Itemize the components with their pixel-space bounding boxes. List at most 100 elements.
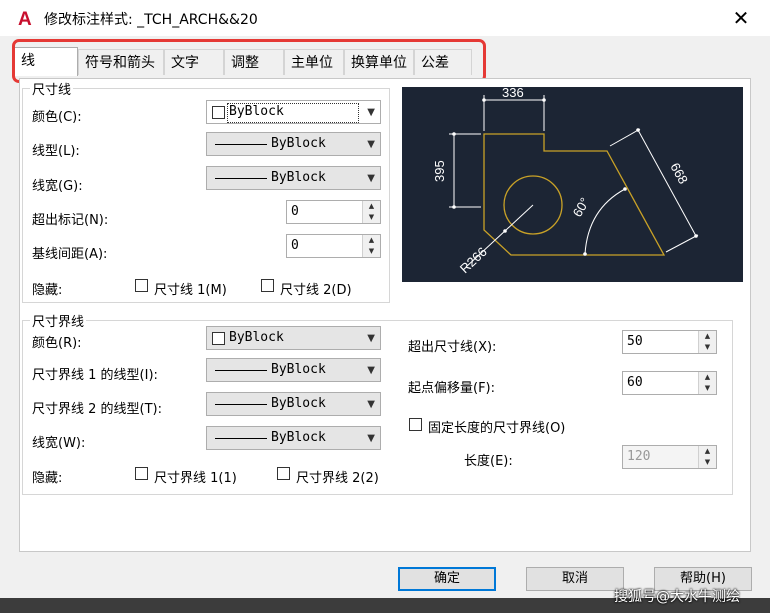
color-swatch [212, 332, 225, 345]
preview-dim-668: 668 [667, 160, 691, 186]
window-title: 修改标注样式: _TCH_ARCH&&20 [44, 12, 258, 28]
ext-linetype1-label: 尺寸界线 1 的线型(I): [32, 368, 158, 383]
spin-down-icon[interactable]: ▼ [363, 246, 380, 257]
baseline-spacing-value: 0 [291, 238, 299, 253]
offset-origin-value: 60 [627, 375, 643, 390]
preview-dim-395: 395 [432, 160, 447, 182]
extend-beyond-label: 超出尺寸线(X): [408, 340, 497, 355]
dim-tick [694, 234, 698, 238]
dim-lineweight-value: ByBlock [271, 170, 326, 185]
suppress-ext-line-1-label[interactable]: 尺寸界线 1(1) [154, 467, 237, 486]
spin-up-icon[interactable]: ▲ [699, 331, 716, 342]
extension-lines-title: 尺寸界线 [30, 311, 87, 330]
ext-suppress-label: 隐藏: [32, 471, 63, 486]
watermark: 搜狐号@大水牛测绘 [614, 589, 740, 605]
dim-suppress-label: 隐藏: [32, 283, 63, 298]
length-value: 120 [627, 449, 651, 464]
dim-tick [452, 132, 456, 136]
dim-tick [503, 229, 507, 233]
extend-ticks-label: 超出标记(N): [32, 213, 109, 228]
length-label: 长度(E): [464, 454, 513, 469]
chevron-down-icon: ▼ [367, 173, 375, 184]
dim-tick [482, 98, 486, 102]
dim-tick [452, 205, 456, 209]
line-sample [215, 370, 267, 371]
length-spinner: 120 ▲ ▼ [622, 445, 717, 469]
fixed-length-checkbox[interactable] [409, 418, 422, 431]
suppress-dim-line-1-checkbox[interactable] [135, 279, 148, 292]
baseline-spacing-spinner[interactable]: 0 ▲ ▼ [286, 234, 381, 258]
ext-linetype2-select[interactable]: ByBlock ▼ [206, 392, 381, 416]
color-swatch [212, 106, 225, 119]
ext-color-select[interactable]: ByBlock ▼ [206, 326, 381, 350]
dimension-preview: 336 395 668 60° R266 [402, 85, 743, 282]
ext-linetype2-value: ByBlock [271, 396, 326, 411]
ext-lineweight-value: ByBlock [271, 430, 326, 445]
line-sample [215, 144, 267, 145]
autocad-logo-icon: A [18, 9, 32, 30]
dim-tick [636, 128, 640, 132]
line-sample [215, 404, 267, 405]
suppress-dim-line-2-checkbox[interactable] [261, 279, 274, 292]
dim-color-select[interactable]: ByBlock ▼ [206, 100, 381, 124]
ext-linetype2-label: 尺寸界线 2 的线型(T): [32, 402, 163, 417]
spin-up-icon[interactable]: ▲ [363, 235, 380, 246]
dim-linetype-label: 线型(L): [32, 144, 80, 159]
spin-up-icon[interactable]: ▲ [363, 201, 380, 212]
spin-down-icon[interactable]: ▼ [363, 212, 380, 223]
preview-radius-r266: R266 [457, 244, 490, 276]
suppress-ext-line-2-checkbox[interactable] [277, 467, 290, 480]
dim-tick [583, 252, 587, 256]
preview-angle-60: 60° [570, 195, 593, 220]
suppress-dim-line-2-label[interactable]: 尺寸线 2(D) [280, 279, 352, 298]
tab-highlight-box [12, 39, 486, 83]
dim-tick [623, 187, 627, 191]
ext-lineweight-select[interactable]: ByBlock ▼ [206, 426, 381, 450]
spin-up-icon[interactable]: ▲ [699, 372, 716, 383]
dim-lineweight-select[interactable]: ByBlock ▼ [206, 166, 381, 190]
ext-line-aligned-bottom [665, 234, 699, 253]
ext-color-label: 颜色(R): [32, 336, 82, 351]
preview-drawing: 336 395 668 60° R266 [432, 85, 699, 276]
offset-origin-label: 起点偏移量(F): [408, 381, 496, 396]
baseline-spacing-label: 基线间距(A): [32, 247, 108, 262]
suppress-dim-line-1-label[interactable]: 尺寸线 1(M) [154, 279, 227, 298]
ext-color-value: ByBlock [229, 330, 284, 345]
chevron-down-icon: ▼ [367, 365, 375, 376]
ok-button[interactable]: 确定 [398, 567, 496, 591]
chevron-down-icon: ▼ [367, 433, 375, 444]
close-icon[interactable]: ✕ [730, 6, 752, 30]
chevron-down-icon: ▼ [367, 333, 375, 344]
spin-down-icon: ▼ [699, 457, 716, 468]
preview-dim-336: 336 [502, 87, 524, 100]
dim-tick [542, 98, 546, 102]
extend-ticks-spinner[interactable]: 0 ▲ ▼ [286, 200, 381, 224]
dim-color-label: 颜色(C): [32, 110, 82, 125]
dimension-lines-title: 尺寸线 [30, 79, 74, 98]
ext-linetype1-value: ByBlock [271, 362, 326, 377]
ext-line-aligned-top [609, 128, 641, 147]
extend-ticks-value: 0 [291, 204, 299, 219]
dim-lineweight-label: 线宽(G): [32, 179, 83, 194]
ext-linetype1-select[interactable]: ByBlock ▼ [206, 358, 381, 382]
dim-line-aligned [637, 129, 697, 237]
chevron-down-icon: ▼ [367, 107, 375, 118]
dim-color-value: ByBlock [229, 104, 284, 119]
angle-arc [584, 188, 626, 255]
preview-geometry-outline [483, 133, 666, 256]
offset-origin-spinner[interactable]: 60 ▲ ▼ [622, 371, 717, 395]
suppress-ext-line-2-label[interactable]: 尺寸界线 2(2) [296, 467, 379, 486]
ext-lineweight-label: 线宽(W): [32, 436, 86, 451]
dim-linetype-value: ByBlock [271, 136, 326, 151]
chevron-down-icon: ▼ [367, 139, 375, 150]
line-sample [215, 178, 267, 179]
spin-down-icon[interactable]: ▼ [699, 383, 716, 394]
fixed-length-label[interactable]: 固定长度的尺寸界线(O) [428, 417, 565, 436]
spin-down-icon[interactable]: ▼ [699, 342, 716, 353]
dim-linetype-select[interactable]: ByBlock ▼ [206, 132, 381, 156]
chevron-down-icon: ▼ [367, 399, 375, 410]
suppress-ext-line-1-checkbox[interactable] [135, 467, 148, 480]
line-sample [215, 438, 267, 439]
extend-beyond-spinner[interactable]: 50 ▲ ▼ [622, 330, 717, 354]
cancel-button[interactable]: 取消 [526, 567, 624, 591]
